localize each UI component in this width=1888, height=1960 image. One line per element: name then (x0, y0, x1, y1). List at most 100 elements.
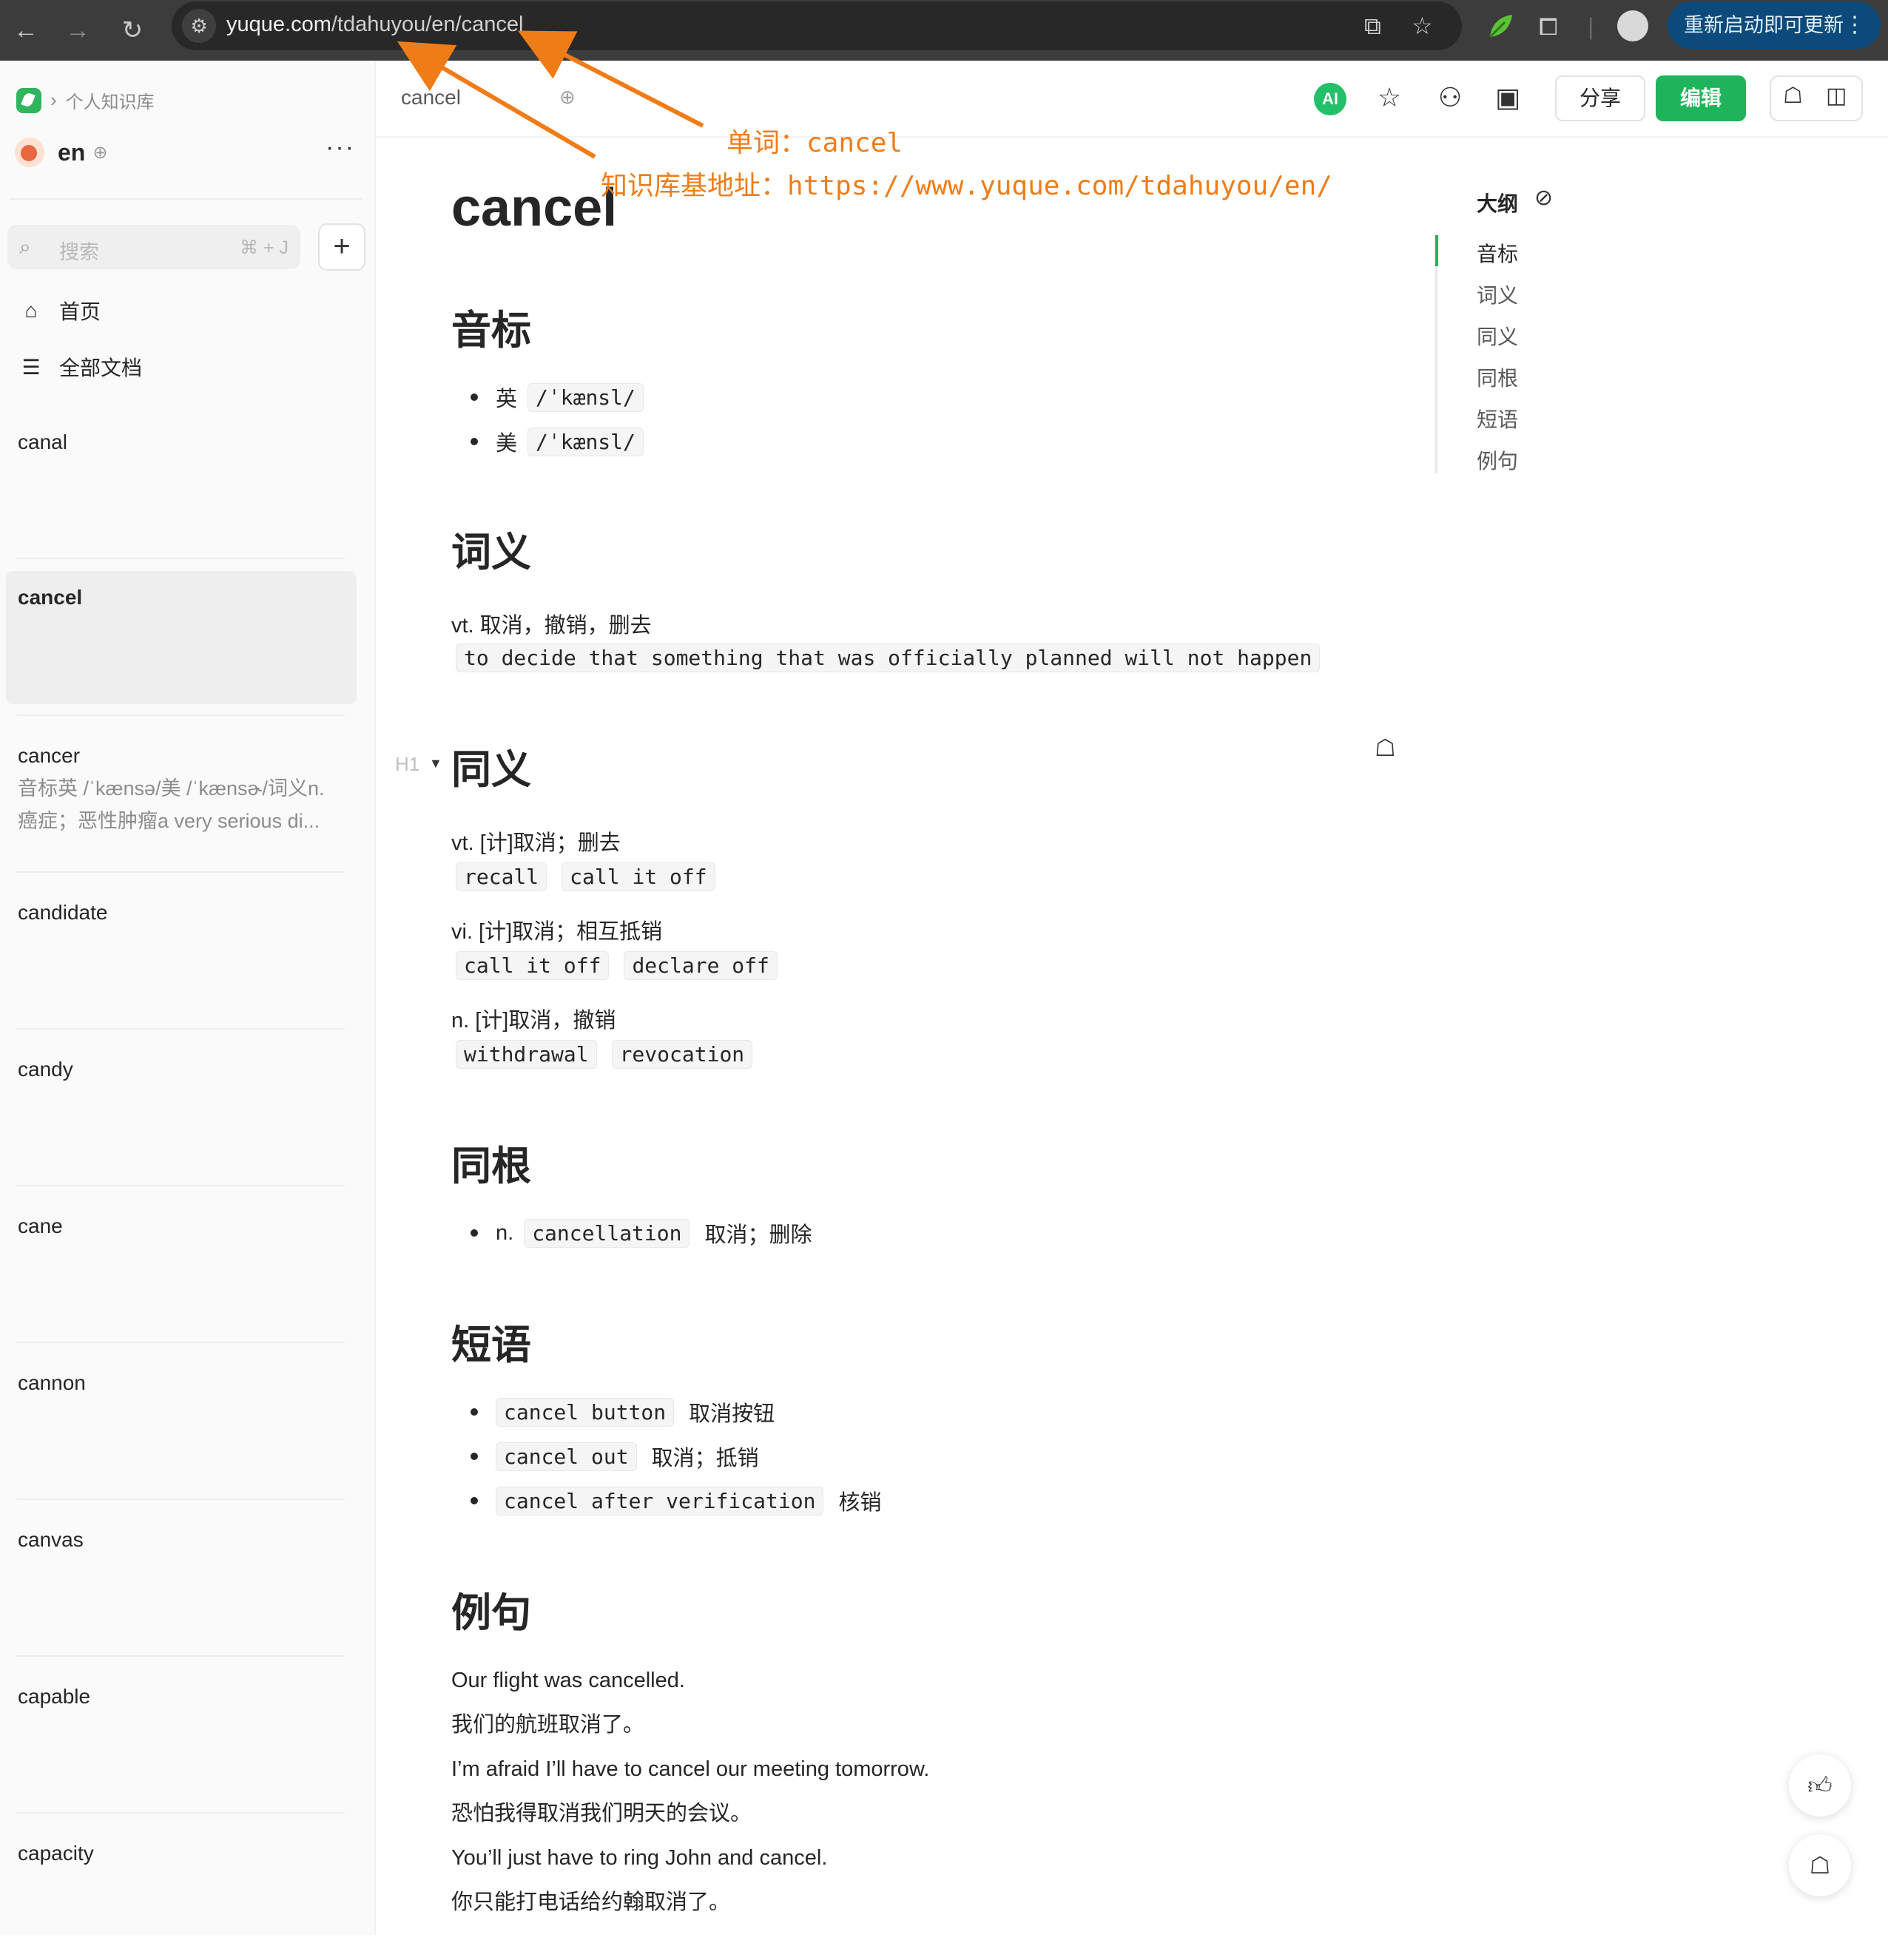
heading-meaning: 词义 (451, 530, 531, 575)
doc-list-item[interactable]: cancer 音标英 /ˈkænsə/美 /ˈkænsɚ/词义n. 癌症；恶性肿… (6, 729, 357, 862)
open-external-icon[interactable]: ⧉ (1364, 10, 1381, 41)
list-item: cancel button 取消按钮 (471, 1396, 775, 1427)
synonym-code: call it off (456, 951, 610, 980)
add-collaborator-icon[interactable]: ⚇ (1431, 78, 1469, 117)
more-vert-icon[interactable]: ⋮ (1844, 1, 1866, 49)
inline-comment-icon[interactable]: ☖ (1375, 734, 1396, 762)
definition-row: to decide that something that was offici… (456, 643, 1335, 672)
caret-down-icon[interactable]: ▼ (429, 756, 442, 771)
back-icon[interactable]: ← (7, 12, 44, 49)
list-item: cancel out 取消；抵销 (471, 1441, 759, 1472)
doc-title: cancer (18, 744, 81, 767)
doc-title: candidate (18, 901, 108, 924)
doc-list-item-active[interactable]: cancel (6, 571, 357, 704)
synonym-words: withdrawal revocation (456, 1040, 767, 1069)
phonetic-label: 英 (496, 388, 518, 411)
outline-rail (1435, 235, 1437, 473)
book-header[interactable]: en ⊕ (15, 138, 107, 167)
public-globe-icon: ⊕ (559, 86, 576, 108)
side-panel-icon[interactable]: ◫ (1826, 83, 1847, 109)
doc-summary: 音标英 /ˈkænsə/美 /ˈkænsɚ/词义n. 癌症；恶性肿瘤a very… (18, 777, 325, 832)
extension-leaf-icon[interactable] (1486, 12, 1515, 41)
definition-code: to decide that something that was offici… (456, 643, 1321, 672)
url-text[interactable]: yuque.com/tdahuyou/en/cancel (226, 13, 523, 37)
heading-level-marker[interactable]: H1 (395, 753, 419, 776)
star-icon[interactable]: ☆ (1370, 78, 1409, 117)
bookmark-star-icon[interactable]: ☆ (1412, 10, 1433, 41)
synonym-code: recall (456, 862, 547, 891)
example-zh: 你只能打电话给约翰取消了。 (451, 1890, 731, 1914)
site-settings-icon[interactable]: ⚙ (182, 9, 216, 43)
divider (376, 136, 1888, 138)
toolbar-divider: | (1588, 13, 1594, 40)
address-bar[interactable]: ⚙ yuque.com/tdahuyou/en/cancel ⧉ ☆ (172, 1, 1462, 50)
profile-avatar[interactable] (1617, 10, 1648, 41)
list-icon: ☰ (21, 355, 41, 379)
divider (10, 198, 363, 200)
sidebar-item-all-docs[interactable]: ☰ 全部文档 (16, 352, 142, 382)
breadcrumb-space[interactable]: 个人知识库 (66, 87, 155, 113)
comment-button[interactable]: ☖ (1789, 1834, 1851, 1896)
annotation-base-url: 知识库基地址：https://www.yuque.com/tdahuyou/en… (601, 171, 1332, 201)
doc-list-item[interactable]: candidate (6, 886, 357, 1019)
doc-tab-title[interactable]: cancel (401, 86, 461, 109)
comment-icon[interactable]: ☖ (1783, 83, 1803, 109)
synonym-group-text: n. [计]取消，撤销 (451, 1009, 616, 1033)
doc-list-item[interactable]: candy (6, 1043, 357, 1176)
doc-list-item[interactable]: cane (6, 1200, 357, 1333)
reload-icon[interactable]: ↻ (114, 12, 151, 49)
synonym-group-text: vt. [计]取消；删去 (451, 831, 621, 855)
outline-item[interactable]: 例句 (1477, 445, 1518, 475)
hide-outline-icon[interactable]: ⊘ (1534, 185, 1553, 211)
synonym-group-text: vi. [计]取消；相互抵销 (451, 920, 663, 944)
sidebar: › 个人知识库 en ⊕ ··· ⌕ 搜索 ⌘ + J + ⌂ 首页 ☰ 全部文… (0, 61, 376, 1935)
search-shortcut: ⌘ + J (240, 237, 289, 258)
add-button[interactable]: + (318, 223, 365, 271)
example-zh: 我们的航班取消了。 (451, 1713, 645, 1737)
synonym-words: recall call it off (456, 862, 730, 891)
outline-item[interactable]: 同义 (1477, 321, 1518, 351)
pos-label: n. (496, 1220, 514, 1245)
divider (16, 1342, 345, 1343)
extensions-puzzle-icon[interactable]: ⧠ (1539, 12, 1558, 41)
sidebar-item-home[interactable]: ⌂ 首页 (16, 296, 101, 325)
example-en: You’ll just have to ring John and cancel… (451, 1846, 828, 1870)
doc-list-item[interactable]: capacity (6, 1827, 357, 1960)
doc-list-item[interactable]: canvas (6, 1513, 357, 1646)
synonym-words: call it off declare off (456, 951, 792, 980)
cognate-meaning: 取消；删除 (704, 1223, 812, 1247)
search-input[interactable]: ⌕ 搜索 ⌘ + J (7, 225, 300, 269)
book-title[interactable]: en (58, 139, 85, 166)
doc-list-item[interactable]: cannon (6, 1356, 357, 1490)
example-zh: 恐怕我得取消我们明天的会议。 (451, 1802, 752, 1825)
share-button[interactable]: 分享 (1555, 75, 1645, 121)
outline-item[interactable]: 词义 (1477, 280, 1518, 309)
annotation-word: 单词：cancel (726, 128, 903, 158)
present-icon[interactable]: ▣ (1489, 78, 1527, 117)
doc-list-item[interactable]: capable (6, 1670, 357, 1803)
example-en: I’m afraid I’ll have to cancel our meeti… (451, 1757, 930, 1781)
heading-synonyms: 同义 (451, 748, 531, 792)
more-icon[interactable]: ··· (326, 133, 355, 162)
like-button[interactable]: 👍︎ (1789, 1754, 1851, 1817)
list-item: cancel after verification 核销 (471, 1485, 881, 1516)
phrase-code: cancel out (496, 1442, 637, 1471)
public-globe-icon: ⊕ (92, 142, 108, 163)
doc-title: cancel (18, 586, 83, 609)
edit-button[interactable]: 编辑 (1656, 75, 1746, 121)
list-item: 美 /ˈkænsl/ (471, 426, 658, 457)
search-icon: ⌕ (19, 235, 31, 258)
forward-icon[interactable]: → (59, 12, 96, 49)
phrase-meaning: 取消；抵销 (651, 1447, 759, 1470)
book-icon (15, 138, 44, 167)
doc-list-item[interactable]: canal (6, 416, 357, 549)
ai-assistant-icon[interactable]: AI (1314, 83, 1346, 115)
yuque-logo-icon[interactable] (16, 87, 41, 113)
outline-item[interactable]: 同根 (1477, 362, 1518, 392)
phonetic-label: 美 (496, 432, 518, 456)
update-button[interactable]: 重新启动即可更新 ⋮ (1668, 1, 1881, 49)
outline-item[interactable]: 音标 (1477, 238, 1518, 268)
heading-examples: 例句 (451, 1591, 531, 1635)
outline-item[interactable]: 短语 (1477, 404, 1518, 433)
view-toggle-group: ☖ ◫ (1770, 75, 1863, 121)
